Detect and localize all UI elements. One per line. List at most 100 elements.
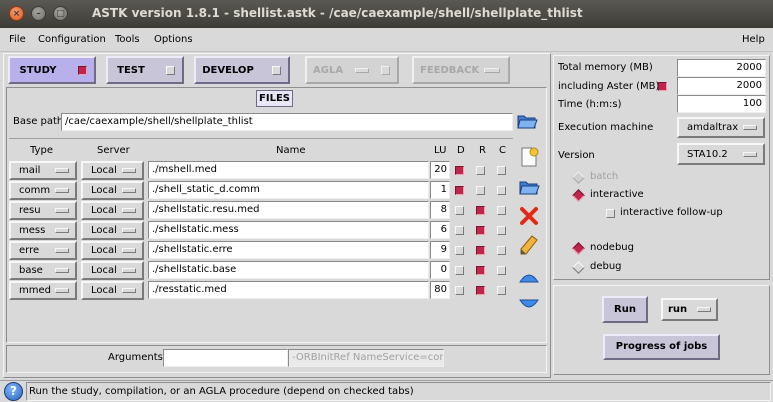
tab-develop-checkbox[interactable] bbox=[272, 66, 281, 75]
menu-options[interactable]: Options bbox=[154, 34, 193, 45]
including-aster-input[interactable]: 2000 bbox=[677, 77, 766, 95]
row-lu-input[interactable]: 80 bbox=[430, 281, 450, 299]
maximize-icon: □ bbox=[56, 9, 65, 19]
header-type: Type bbox=[30, 145, 53, 156]
menu-file[interactable]: File bbox=[9, 34, 26, 45]
row-filename-input[interactable]: ./shellstatic.base bbox=[148, 261, 429, 279]
row-filename-input[interactable]: ./shellstatic.resu.med bbox=[148, 201, 429, 219]
row-d-checkbox[interactable] bbox=[455, 226, 464, 235]
row-c-checkbox[interactable] bbox=[497, 206, 506, 215]
tab-feedback[interactable]: FEEDBACK bbox=[412, 56, 510, 84]
row-r-checkbox[interactable] bbox=[476, 266, 485, 275]
base-path-input[interactable]: /cae/caexample/shell/shellplate_thlist bbox=[61, 113, 513, 131]
row-type-select[interactable]: mail bbox=[9, 161, 77, 180]
row-r-checkbox[interactable] bbox=[476, 286, 485, 295]
move-down-icon[interactable] bbox=[518, 294, 540, 316]
row-type-dropdown-indicator bbox=[55, 188, 69, 193]
tab-test-checkbox[interactable] bbox=[166, 66, 175, 75]
row-c-checkbox[interactable] bbox=[497, 246, 506, 255]
row-filename-input[interactable]: ./resstatic.med bbox=[148, 281, 429, 299]
row-lu-input[interactable]: 0 bbox=[430, 261, 450, 279]
row-server-select[interactable]: Local bbox=[81, 241, 144, 260]
row-r-checkbox[interactable] bbox=[476, 206, 485, 215]
row-c-checkbox[interactable] bbox=[497, 186, 506, 195]
row-r-checkbox[interactable] bbox=[476, 166, 485, 175]
tab-study-checkbox[interactable] bbox=[78, 66, 87, 75]
row-filename-input[interactable]: ./mshell.med bbox=[148, 161, 429, 179]
new-file-icon[interactable] bbox=[518, 146, 540, 168]
minimize-window-button[interactable]: – bbox=[31, 6, 46, 21]
row-server-select[interactable]: Local bbox=[81, 181, 144, 200]
menu-configuration[interactable]: Configuration bbox=[38, 34, 106, 45]
row-d-checkbox[interactable] bbox=[455, 266, 464, 275]
row-server-select[interactable]: Local bbox=[81, 221, 144, 240]
row-type-select[interactable]: erre bbox=[9, 241, 77, 260]
run-mode-select[interactable]: run bbox=[661, 298, 718, 321]
row-lu-input[interactable]: 6 bbox=[430, 221, 450, 239]
row-server-select[interactable]: Local bbox=[81, 281, 144, 300]
menu-bar: File Configuration Tools Options Help bbox=[0, 28, 773, 52]
tab-develop[interactable]: DEVELOP bbox=[194, 56, 290, 84]
row-lu-input[interactable]: 9 bbox=[430, 241, 450, 259]
time-label: Time (h:m:s) bbox=[558, 99, 622, 110]
move-up-icon[interactable] bbox=[518, 266, 540, 288]
menu-help[interactable]: Help bbox=[742, 34, 765, 45]
tab-test[interactable]: TEST bbox=[106, 56, 184, 84]
row-type-select[interactable]: base bbox=[9, 261, 77, 280]
delete-icon[interactable] bbox=[518, 205, 540, 227]
maximize-window-button[interactable]: □ bbox=[53, 6, 68, 21]
progress-of-jobs-button[interactable]: Progress of jobs bbox=[603, 334, 720, 360]
row-c-checkbox[interactable] bbox=[497, 166, 506, 175]
row-c-checkbox[interactable] bbox=[497, 286, 506, 295]
version-select[interactable]: STA10.2 bbox=[677, 143, 765, 165]
row-d-checkbox[interactable] bbox=[455, 206, 464, 215]
row-d-checkbox[interactable] bbox=[455, 186, 464, 195]
row-r-checkbox[interactable] bbox=[476, 226, 485, 235]
row-type-dropdown-indicator bbox=[55, 288, 69, 293]
row-d-checkbox[interactable] bbox=[455, 246, 464, 255]
total-memory-input[interactable]: 2000 bbox=[677, 59, 766, 77]
open-file-icon[interactable] bbox=[518, 176, 540, 198]
row-type-select[interactable]: mess bbox=[9, 221, 77, 240]
exec-machine-select[interactable]: amdaltrax bbox=[677, 117, 765, 138]
row-r-checkbox[interactable] bbox=[476, 246, 485, 255]
help-icon[interactable]: ? bbox=[4, 382, 23, 401]
arguments-input[interactable] bbox=[163, 349, 288, 367]
row-lu-input[interactable]: 1 bbox=[430, 181, 450, 199]
arguments-extra-input[interactable]: -ORBInitRef NameService=corba bbox=[288, 349, 444, 367]
row-server-value: Local bbox=[91, 185, 117, 196]
tab-agla-checkbox[interactable] bbox=[381, 66, 390, 75]
tab-agla[interactable]: AGLA bbox=[305, 56, 399, 84]
row-filename-input[interactable]: ./shellstatic.erre bbox=[148, 241, 429, 259]
row-d-checkbox[interactable] bbox=[455, 166, 464, 175]
row-filename-input[interactable]: ./shell_static_d.comm bbox=[148, 181, 429, 199]
row-server-select[interactable]: Local bbox=[81, 161, 144, 180]
open-folder-icon[interactable] bbox=[516, 110, 538, 132]
tab-study[interactable]: STUDY bbox=[8, 56, 96, 84]
row-lu-input[interactable]: 8 bbox=[430, 201, 450, 219]
including-aster-checkbox[interactable] bbox=[658, 82, 667, 91]
row-c-checkbox[interactable] bbox=[497, 266, 506, 275]
row-d-checkbox[interactable] bbox=[455, 286, 464, 295]
edit-pencil-icon[interactable] bbox=[518, 234, 540, 256]
interactive-followup-checkbox[interactable] bbox=[606, 209, 615, 218]
row-c-checkbox[interactable] bbox=[497, 226, 506, 235]
row-lu-input[interactable]: 20 bbox=[430, 161, 450, 179]
row-filename-input[interactable]: ./shellstatic.mess bbox=[148, 221, 429, 239]
menu-tools[interactable]: Tools bbox=[115, 34, 140, 45]
row-server-select[interactable]: Local bbox=[81, 261, 144, 280]
close-window-button[interactable]: × bbox=[9, 6, 24, 21]
row-type-select[interactable]: resu bbox=[9, 201, 77, 220]
row-type-value: base bbox=[19, 265, 43, 276]
row-r-checkbox[interactable] bbox=[476, 186, 485, 195]
status-message-frame: Run the study, compilation, or an AGLA p… bbox=[26, 382, 771, 401]
run-button[interactable]: Run bbox=[602, 296, 648, 323]
row-server-select[interactable]: Local bbox=[81, 201, 144, 220]
row-type-select[interactable]: comm bbox=[9, 181, 77, 200]
time-input[interactable]: 100 bbox=[677, 95, 766, 113]
total-memory-label: Total memory (MB) bbox=[558, 62, 653, 73]
tab-feedback-label: FEEDBACK bbox=[420, 65, 480, 76]
row-type-select[interactable]: mmed bbox=[9, 281, 77, 300]
debug-label: debug bbox=[590, 261, 622, 272]
close-icon: × bbox=[12, 9, 21, 19]
